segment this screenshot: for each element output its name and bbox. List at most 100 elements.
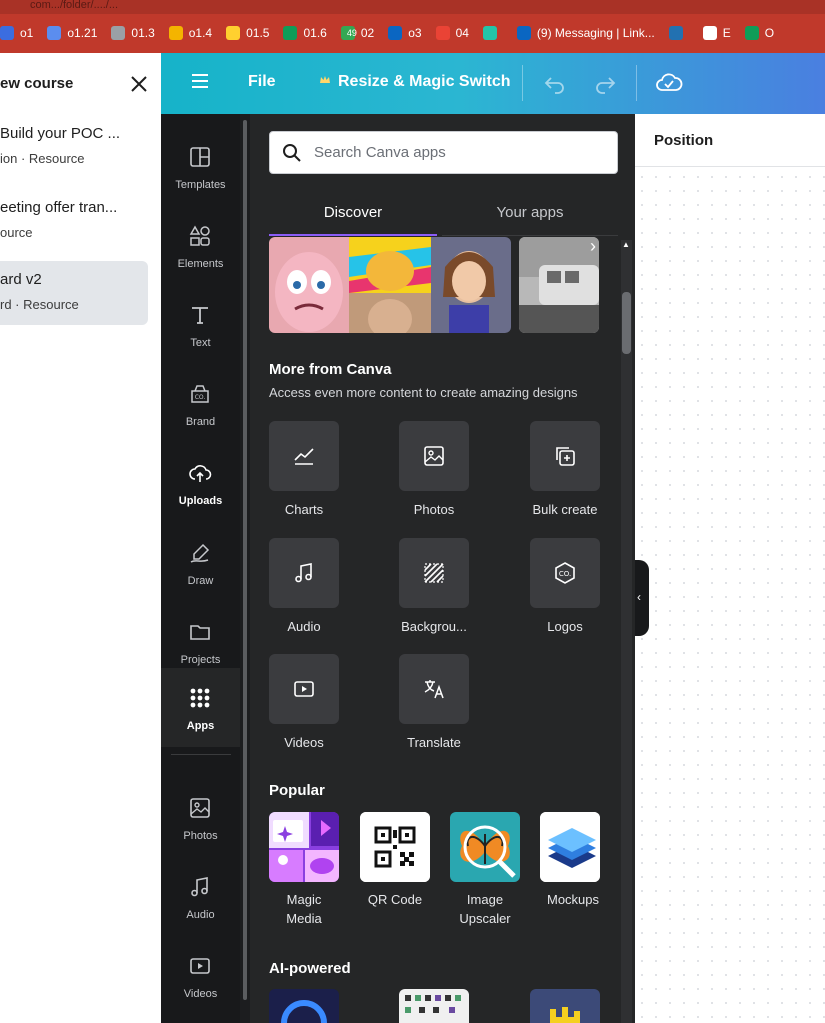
rail-item-videos[interactable]: Videos bbox=[161, 936, 240, 1015]
tab-discover[interactable]: Discover bbox=[269, 194, 437, 236]
ai-app-tile[interactable] bbox=[399, 989, 469, 1023]
more-item-label: Photos bbox=[413, 502, 455, 517]
scrollbar-thumb[interactable] bbox=[243, 120, 247, 1000]
scrollbar-track bbox=[621, 240, 632, 1023]
ai-app-tile[interactable] bbox=[269, 989, 339, 1023]
bookmark-item[interactable]: o1.21 bbox=[47, 26, 97, 40]
rail-label: Projects bbox=[180, 654, 221, 666]
browser-bookmarks-bar: com.../folder/..../... o1 o1.21 01.3 o1.4 01… bbox=[0, 0, 825, 53]
rail-item-audio[interactable]: Audio bbox=[161, 857, 240, 936]
more-item-label: Logos bbox=[547, 619, 583, 634]
course-item[interactable]: eeting offer tran... ource bbox=[0, 189, 148, 253]
rail-label: Uploads bbox=[178, 495, 223, 507]
bookmark-item[interactable] bbox=[668, 26, 689, 40]
close-icon[interactable] bbox=[130, 75, 148, 93]
rail-item-templates[interactable]: Templates bbox=[161, 127, 240, 206]
chart-line-icon bbox=[294, 448, 314, 465]
bookmark-item[interactable]: (9) Messaging | Link... bbox=[516, 26, 655, 40]
bookmark-item[interactable]: o3 bbox=[388, 26, 422, 40]
rail-item-uploads[interactable]: Uploads bbox=[161, 443, 240, 522]
more-item-backgrounds[interactable] bbox=[399, 538, 469, 608]
apps-panel: Search Canva apps Discover Your apps › M… bbox=[250, 114, 635, 1023]
bookmark-label: o1.21 bbox=[67, 26, 98, 40]
bookmark-item[interactable]: 01.3 bbox=[111, 26, 155, 40]
rail-item-elements[interactable]: Elements bbox=[161, 206, 240, 285]
divider bbox=[636, 65, 637, 101]
tab-your-apps[interactable]: Your apps bbox=[442, 194, 618, 236]
redo-icon[interactable] bbox=[593, 71, 617, 100]
gmail-icon bbox=[435, 26, 450, 40]
more-item-translate[interactable] bbox=[399, 654, 469, 724]
rail-scrollbar[interactable] bbox=[240, 114, 250, 1023]
chevron-right-icon[interactable]: › bbox=[590, 236, 596, 257]
rail-item-photos[interactable]: Photos bbox=[161, 778, 240, 857]
apps-panel-scrollbar[interactable]: ▲ bbox=[618, 240, 635, 1023]
position-label[interactable]: Position bbox=[654, 132, 713, 149]
chevron-right-icon[interactable]: › bbox=[589, 858, 595, 879]
bookmark-item[interactable]: o1 bbox=[0, 26, 33, 40]
course-side-panel: ew course Build your POC ... ion · Resou… bbox=[0, 53, 161, 1023]
more-item-logos[interactable]: CO. bbox=[530, 538, 600, 608]
featured-banner-image[interactable] bbox=[519, 237, 599, 333]
undo-icon[interactable] bbox=[543, 71, 567, 100]
section-title-more: More from Canva bbox=[269, 361, 392, 378]
more-item-label: Bulk create bbox=[532, 502, 598, 517]
divider bbox=[522, 65, 523, 101]
bookmark-label: O bbox=[764, 26, 775, 40]
bookmark-label: E bbox=[722, 26, 731, 40]
music-note-icon bbox=[191, 877, 208, 897]
elements-icon bbox=[189, 225, 210, 246]
bookmark-item[interactable]: o1.4 bbox=[168, 26, 213, 40]
popular-app-image-upscaler[interactable] bbox=[450, 812, 520, 882]
miro-icon bbox=[226, 26, 241, 40]
cloud-saved-icon[interactable] bbox=[655, 70, 683, 101]
more-item-videos[interactable] bbox=[269, 654, 339, 724]
bookmark-item[interactable]: 01.5 bbox=[226, 26, 269, 40]
course-item[interactable]: Build your POC ... ion · Resource bbox=[0, 115, 148, 179]
file-menu-button[interactable]: File bbox=[248, 73, 276, 91]
design-canvas-area[interactable] bbox=[635, 114, 825, 1023]
bookmark-label: o1 bbox=[20, 26, 34, 40]
bookmark-label: (9) Messaging | Link... bbox=[536, 26, 655, 40]
popular-app-label: Magic Media bbox=[286, 892, 322, 926]
menu-hamburger-icon[interactable] bbox=[191, 73, 209, 94]
upload-cloud-icon bbox=[189, 465, 212, 482]
course-item-active[interactable]: ard v2 rd · Resource bbox=[0, 261, 148, 325]
search-apps-input[interactable]: Search Canva apps bbox=[269, 131, 618, 174]
more-item-label: Translate bbox=[407, 735, 461, 750]
rail-item-brand[interactable]: CO. Brand bbox=[161, 364, 240, 443]
rail-item-apps[interactable]: Apps bbox=[161, 668, 240, 747]
bookmark-item[interactable]: 04 bbox=[435, 26, 469, 40]
rail-item-draw[interactable]: Draw bbox=[161, 523, 240, 602]
wix-icon bbox=[702, 26, 717, 40]
featured-banner-image[interactable] bbox=[269, 237, 511, 333]
section-title-ai-powered: AI-powered bbox=[269, 960, 351, 977]
scrollbar-thumb[interactable] bbox=[622, 292, 631, 354]
more-item-audio[interactable] bbox=[269, 538, 339, 608]
ai-app-tile[interactable] bbox=[530, 989, 600, 1023]
more-item-photos[interactable] bbox=[399, 421, 469, 491]
bookmark-item[interactable]: 01.6 bbox=[283, 26, 327, 40]
bookmark-item[interactable] bbox=[482, 26, 503, 40]
url-bar-fragment[interactable]: com.../folder/..../... bbox=[0, 0, 825, 14]
collapse-panel-button[interactable]: ‹ bbox=[635, 560, 649, 636]
bookmark-item[interactable]: O bbox=[744, 26, 775, 40]
editor-top-bar: File Resize & Magic Switch bbox=[161, 53, 825, 114]
bookmark-item[interactable]: 49 02 bbox=[340, 26, 374, 40]
rail-item-text[interactable]: Text bbox=[161, 285, 240, 364]
popular-app-qr-code[interactable] bbox=[360, 812, 430, 882]
popular-app-magic-media[interactable] bbox=[269, 812, 339, 882]
photo-icon bbox=[190, 798, 210, 818]
video-icon bbox=[190, 958, 210, 974]
apps-grid-icon bbox=[190, 688, 210, 708]
scroll-up-arrow-icon[interactable]: ▲ bbox=[622, 240, 631, 249]
brand-icon: CO. bbox=[191, 385, 209, 403]
bookmark-item[interactable]: E bbox=[702, 26, 731, 40]
more-item-bulk-create[interactable] bbox=[530, 421, 600, 491]
logo-hex-icon: CO. bbox=[555, 562, 575, 584]
course-item-title: ard v2 bbox=[0, 271, 42, 288]
sheets-plus-icon bbox=[744, 26, 759, 40]
resize-magic-switch-button[interactable]: Resize & Magic Switch bbox=[338, 73, 511, 91]
bookmark-label: o1.4 bbox=[188, 26, 213, 40]
more-item-charts[interactable] bbox=[269, 421, 339, 491]
